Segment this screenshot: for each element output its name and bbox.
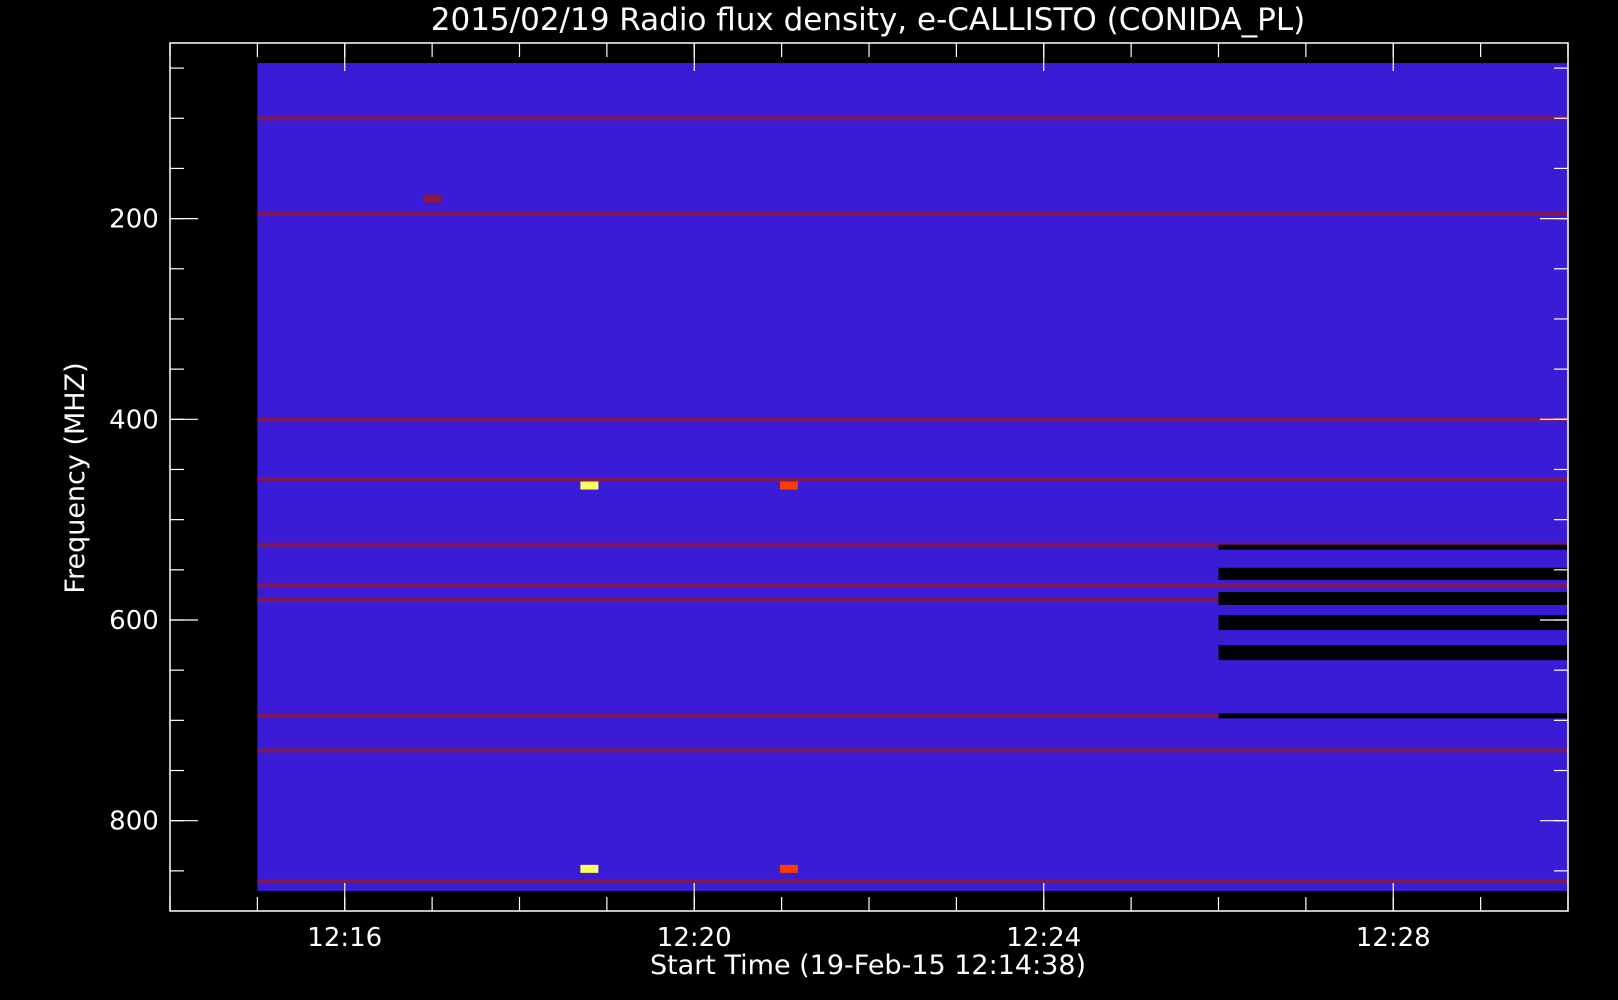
chart-title: 2015/02/19 Radio flux density, e-CALLIST… [431,2,1305,38]
y-tick-label: 400 [109,405,159,435]
rfi-band [257,417,1568,422]
spectrogram-chart: 2015/02/19 Radio flux density, e-CALLIST… [0,0,1618,1000]
rfi-band [257,116,1568,121]
dropout-band [1218,614,1568,631]
plot-area [257,63,1568,891]
burst-mark [779,864,798,873]
burst-mark [580,481,599,490]
x-tick-label: 12:20 [657,923,732,953]
x-axis-label: Start Time (19-Feb-15 12:14:38) [650,950,1086,981]
rfi-band [257,582,1568,587]
x-tick-label: 12:24 [1006,923,1081,953]
dropout-band [1218,645,1568,661]
dropout-band [1218,544,1568,550]
x-tick-label: 12:28 [1356,923,1431,953]
rfi-band [257,878,1568,883]
x-tick-label: 12:16 [307,923,382,953]
y-tick-label: 800 [109,807,159,837]
burst-mark [580,864,599,873]
y-tick-label: 200 [109,205,159,235]
y-tick-label: 600 [109,606,159,636]
rfi-band [257,211,1568,216]
rfi-band [257,477,1568,482]
burst-mark [779,481,798,490]
dropout-band [1218,591,1568,605]
dropout-band [1218,713,1568,719]
spectrogram-field [257,63,1568,891]
y-axis-label: Frequency (MHZ) [60,362,91,593]
dropout-band [1218,567,1568,580]
rfi-band [257,748,1568,753]
burst-mark [423,194,442,203]
